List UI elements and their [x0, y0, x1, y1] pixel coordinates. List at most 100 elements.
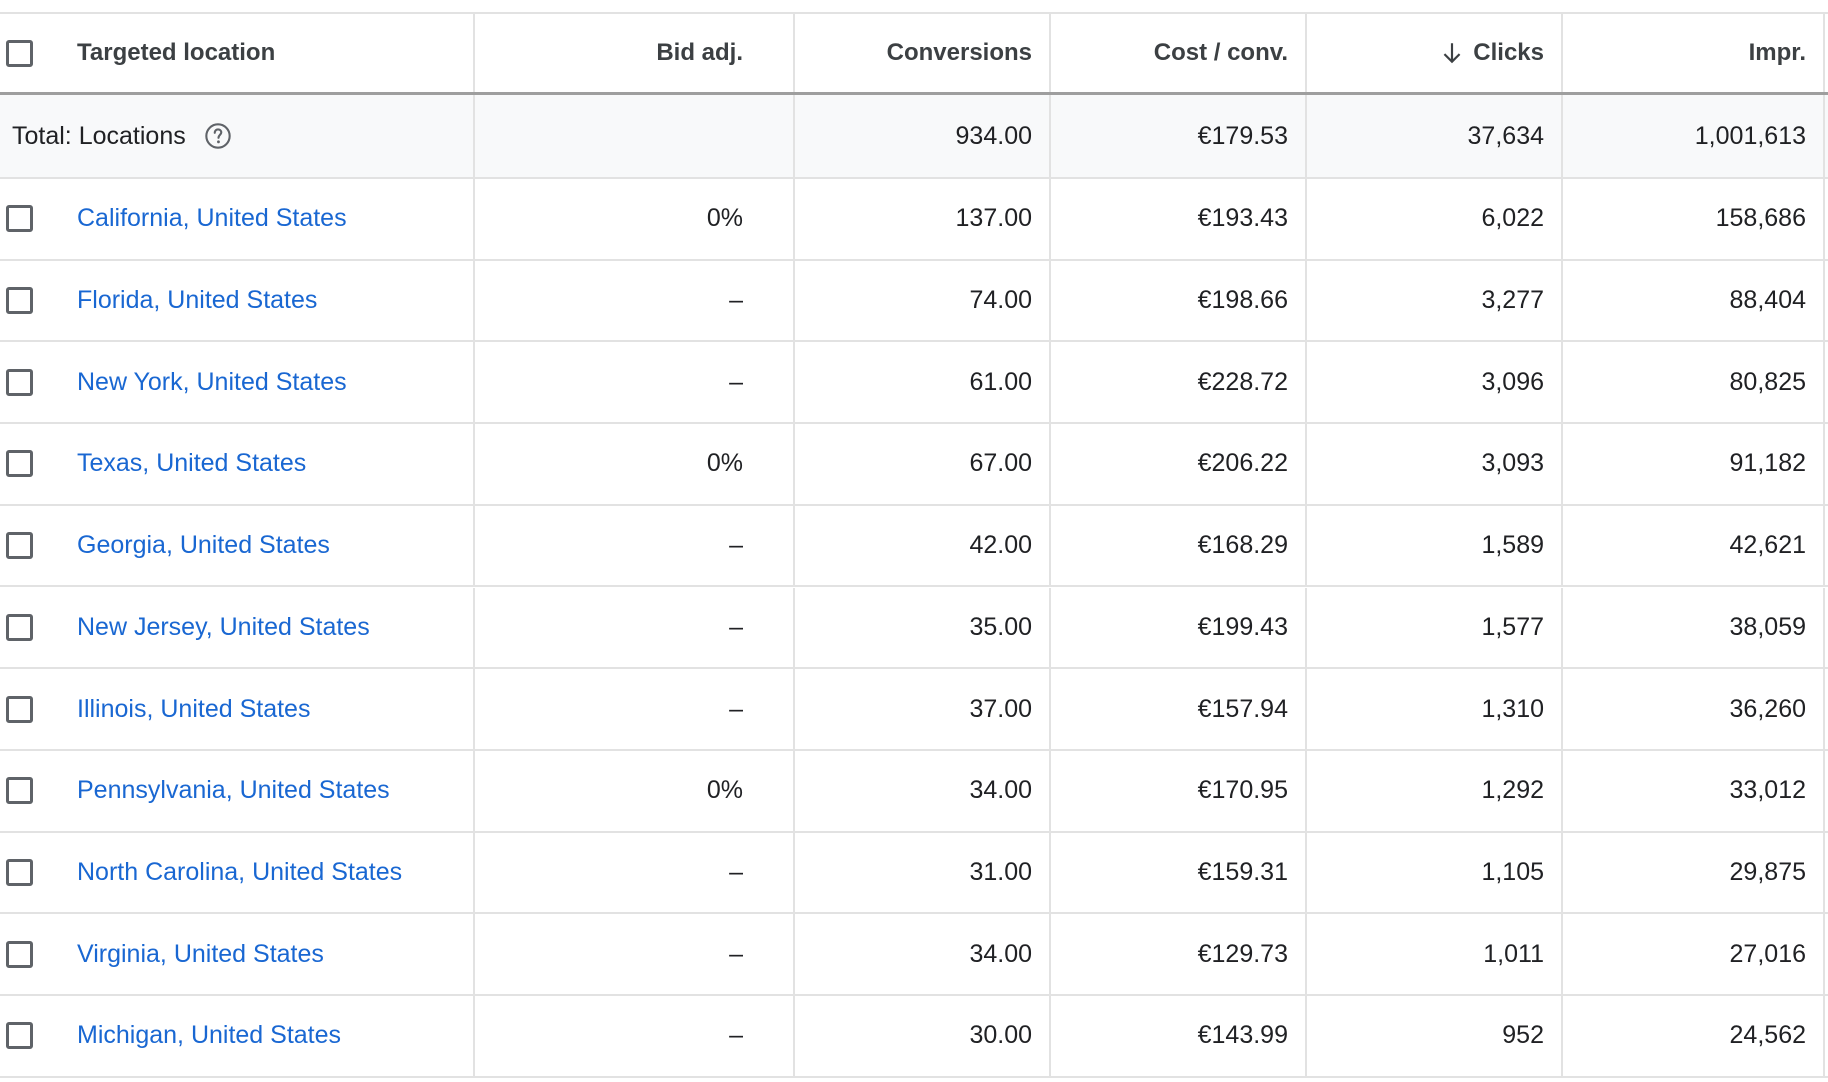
total-clicks: 37,634 [1467, 121, 1544, 150]
row-cell-impr: 42,621 [1563, 505, 1825, 586]
location-link[interactable]: Florida, United States [77, 286, 317, 315]
row-cell-clicks: 1,292 [1307, 750, 1563, 831]
conversions-value: 34.00 [969, 776, 1032, 805]
conversions-value: 37.00 [969, 694, 1032, 723]
row-cell-conversions: 34.00 [795, 914, 1051, 994]
row-checkbox[interactable] [6, 205, 33, 233]
header-cell-clicks[interactable]: Clicks [1307, 14, 1563, 92]
conversions-value: 34.00 [969, 939, 1032, 968]
row-checkbox[interactable] [6, 532, 33, 560]
cost-per-conv-value: €129.73 [1197, 939, 1288, 968]
location-link[interactable]: Georgia, United States [77, 531, 330, 560]
row-cell-conversions: 35.00 [795, 587, 1051, 668]
row-cell-location: Pennsylvania, United States [0, 750, 475, 831]
total-cell-impr: 1,001,613 [1563, 95, 1825, 177]
row-cell-bid-adj[interactable]: 0% [475, 424, 795, 504]
row-cell-conversions: 61.00 [795, 342, 1051, 423]
row-cell-impr: 33,012 [1563, 750, 1825, 831]
table-row: Florida, United States – 74.00 €198.66 3,277… [0, 260, 1828, 343]
row-checkbox[interactable] [6, 777, 33, 805]
row-cell-conversions: 37.00 [795, 669, 1051, 749]
clicks-value: 1,310 [1481, 694, 1544, 723]
row-cell-cost-per-conv: €143.99 [1051, 996, 1307, 1076]
impr-value: 80,825 [1729, 367, 1806, 396]
row-cell-location: Texas, United States [0, 424, 475, 504]
header-label-bid-adj: Bid adj. [656, 39, 743, 66]
cost-per-conv-value: €199.43 [1197, 612, 1288, 641]
bid-adj-value: – [729, 1021, 743, 1050]
row-checkbox[interactable] [6, 858, 33, 886]
location-link[interactable]: Virginia, United States [77, 940, 324, 969]
location-link[interactable]: New Jersey, United States [77, 613, 370, 642]
impr-value: 29,875 [1729, 857, 1806, 886]
total-label: Total: Locations [12, 121, 186, 150]
row-cell-impr: 38,059 [1563, 587, 1825, 668]
help-circle-icon[interactable] [204, 122, 232, 150]
location-link[interactable]: North Carolina, United States [77, 858, 402, 887]
row-checkbox[interactable] [6, 1022, 33, 1050]
header-label-conversions: Conversions [886, 39, 1032, 66]
header-cell-location[interactable]: Targeted location [0, 14, 475, 92]
cost-per-conv-value: €157.94 [1197, 694, 1288, 723]
header-cell-cost-per-conv[interactable]: Cost / conv. [1051, 14, 1307, 92]
select-all-checkbox[interactable] [6, 39, 33, 67]
cost-per-conv-value: €159.31 [1197, 857, 1288, 886]
row-checkbox[interactable] [6, 613, 33, 641]
location-link[interactable]: Michigan, United States [77, 1021, 341, 1050]
row-cell-bid-adj[interactable]: – [475, 260, 795, 341]
conversions-value: 42.00 [969, 531, 1032, 560]
impr-value: 33,012 [1729, 776, 1806, 805]
row-checkbox[interactable] [6, 695, 33, 723]
clicks-value: 1,292 [1481, 776, 1544, 805]
row-cell-cost-per-conv: €157.94 [1051, 669, 1307, 749]
bid-adj-value: 0% [706, 449, 743, 478]
bid-adj-value: – [729, 694, 743, 723]
row-cell-bid-adj[interactable]: – [475, 342, 795, 423]
location-link[interactable]: Illinois, United States [77, 695, 310, 724]
header-label-clicks: Clicks [1473, 39, 1544, 66]
row-checkbox[interactable] [6, 287, 33, 315]
header-cell-impr[interactable]: Impr. [1563, 14, 1825, 92]
location-link[interactable]: Pennsylvania, United States [77, 776, 390, 805]
row-cell-bid-adj[interactable]: – [475, 669, 795, 749]
bid-adj-value: 0% [706, 776, 743, 805]
conversions-value: 35.00 [969, 612, 1032, 641]
conversions-value: 137.00 [955, 204, 1032, 233]
header-cell-bid-adj[interactable]: Bid adj. [475, 14, 795, 92]
impr-value: 158,686 [1715, 204, 1806, 233]
impr-value: 88,404 [1729, 286, 1806, 315]
row-checkbox[interactable] [6, 940, 33, 968]
cost-per-conv-value: €193.43 [1197, 204, 1288, 233]
row-cell-bid-adj[interactable]: – [475, 914, 795, 994]
location-link[interactable]: Texas, United States [77, 449, 306, 478]
row-cell-bid-adj[interactable]: 0% [475, 750, 795, 831]
row-cell-cost-per-conv: €206.22 [1051, 424, 1307, 504]
total-cell-label: Total: Locations [0, 95, 475, 177]
location-link[interactable]: California, United States [77, 204, 347, 233]
table-row: Texas, United States 0% 67.00 €206.22 3,093 9… [0, 424, 1828, 506]
row-cell-clicks: 1,310 [1307, 669, 1563, 749]
location-link[interactable]: New York, United States [77, 368, 347, 397]
row-cell-cost-per-conv: €193.43 [1051, 179, 1307, 259]
total-cell-conversions: 934.00 [795, 95, 1051, 177]
row-cell-clicks: 3,093 [1307, 424, 1563, 504]
row-cell-bid-adj[interactable]: – [475, 996, 795, 1076]
table-row: Virginia, United States – 34.00 €129.73 1,01… [0, 914, 1828, 996]
cost-per-conv-value: €198.66 [1197, 286, 1288, 315]
row-cell-bid-adj[interactable]: 0% [475, 179, 795, 259]
total-cell-cost-per-conv: €179.53 [1051, 95, 1307, 177]
row-cell-bid-adj[interactable]: – [475, 832, 795, 913]
header-cell-conversions[interactable]: Conversions [795, 14, 1051, 92]
row-cell-bid-adj[interactable]: – [475, 505, 795, 586]
row-checkbox[interactable] [6, 368, 33, 396]
row-cell-bid-adj[interactable]: – [475, 587, 795, 668]
row-cell-impr: 88,404 [1563, 260, 1825, 341]
arrow-down-icon [1439, 40, 1465, 66]
row-cell-location: California, United States [0, 179, 475, 259]
bid-adj-value: – [729, 939, 743, 968]
row-cell-impr: 29,875 [1563, 832, 1825, 913]
row-cell-impr: 158,686 [1563, 179, 1825, 259]
row-checkbox[interactable] [6, 450, 33, 478]
cost-per-conv-value: €143.99 [1197, 1021, 1288, 1050]
locations-table: Targeted location Bid adj. Conversions C… [0, 0, 1828, 1082]
